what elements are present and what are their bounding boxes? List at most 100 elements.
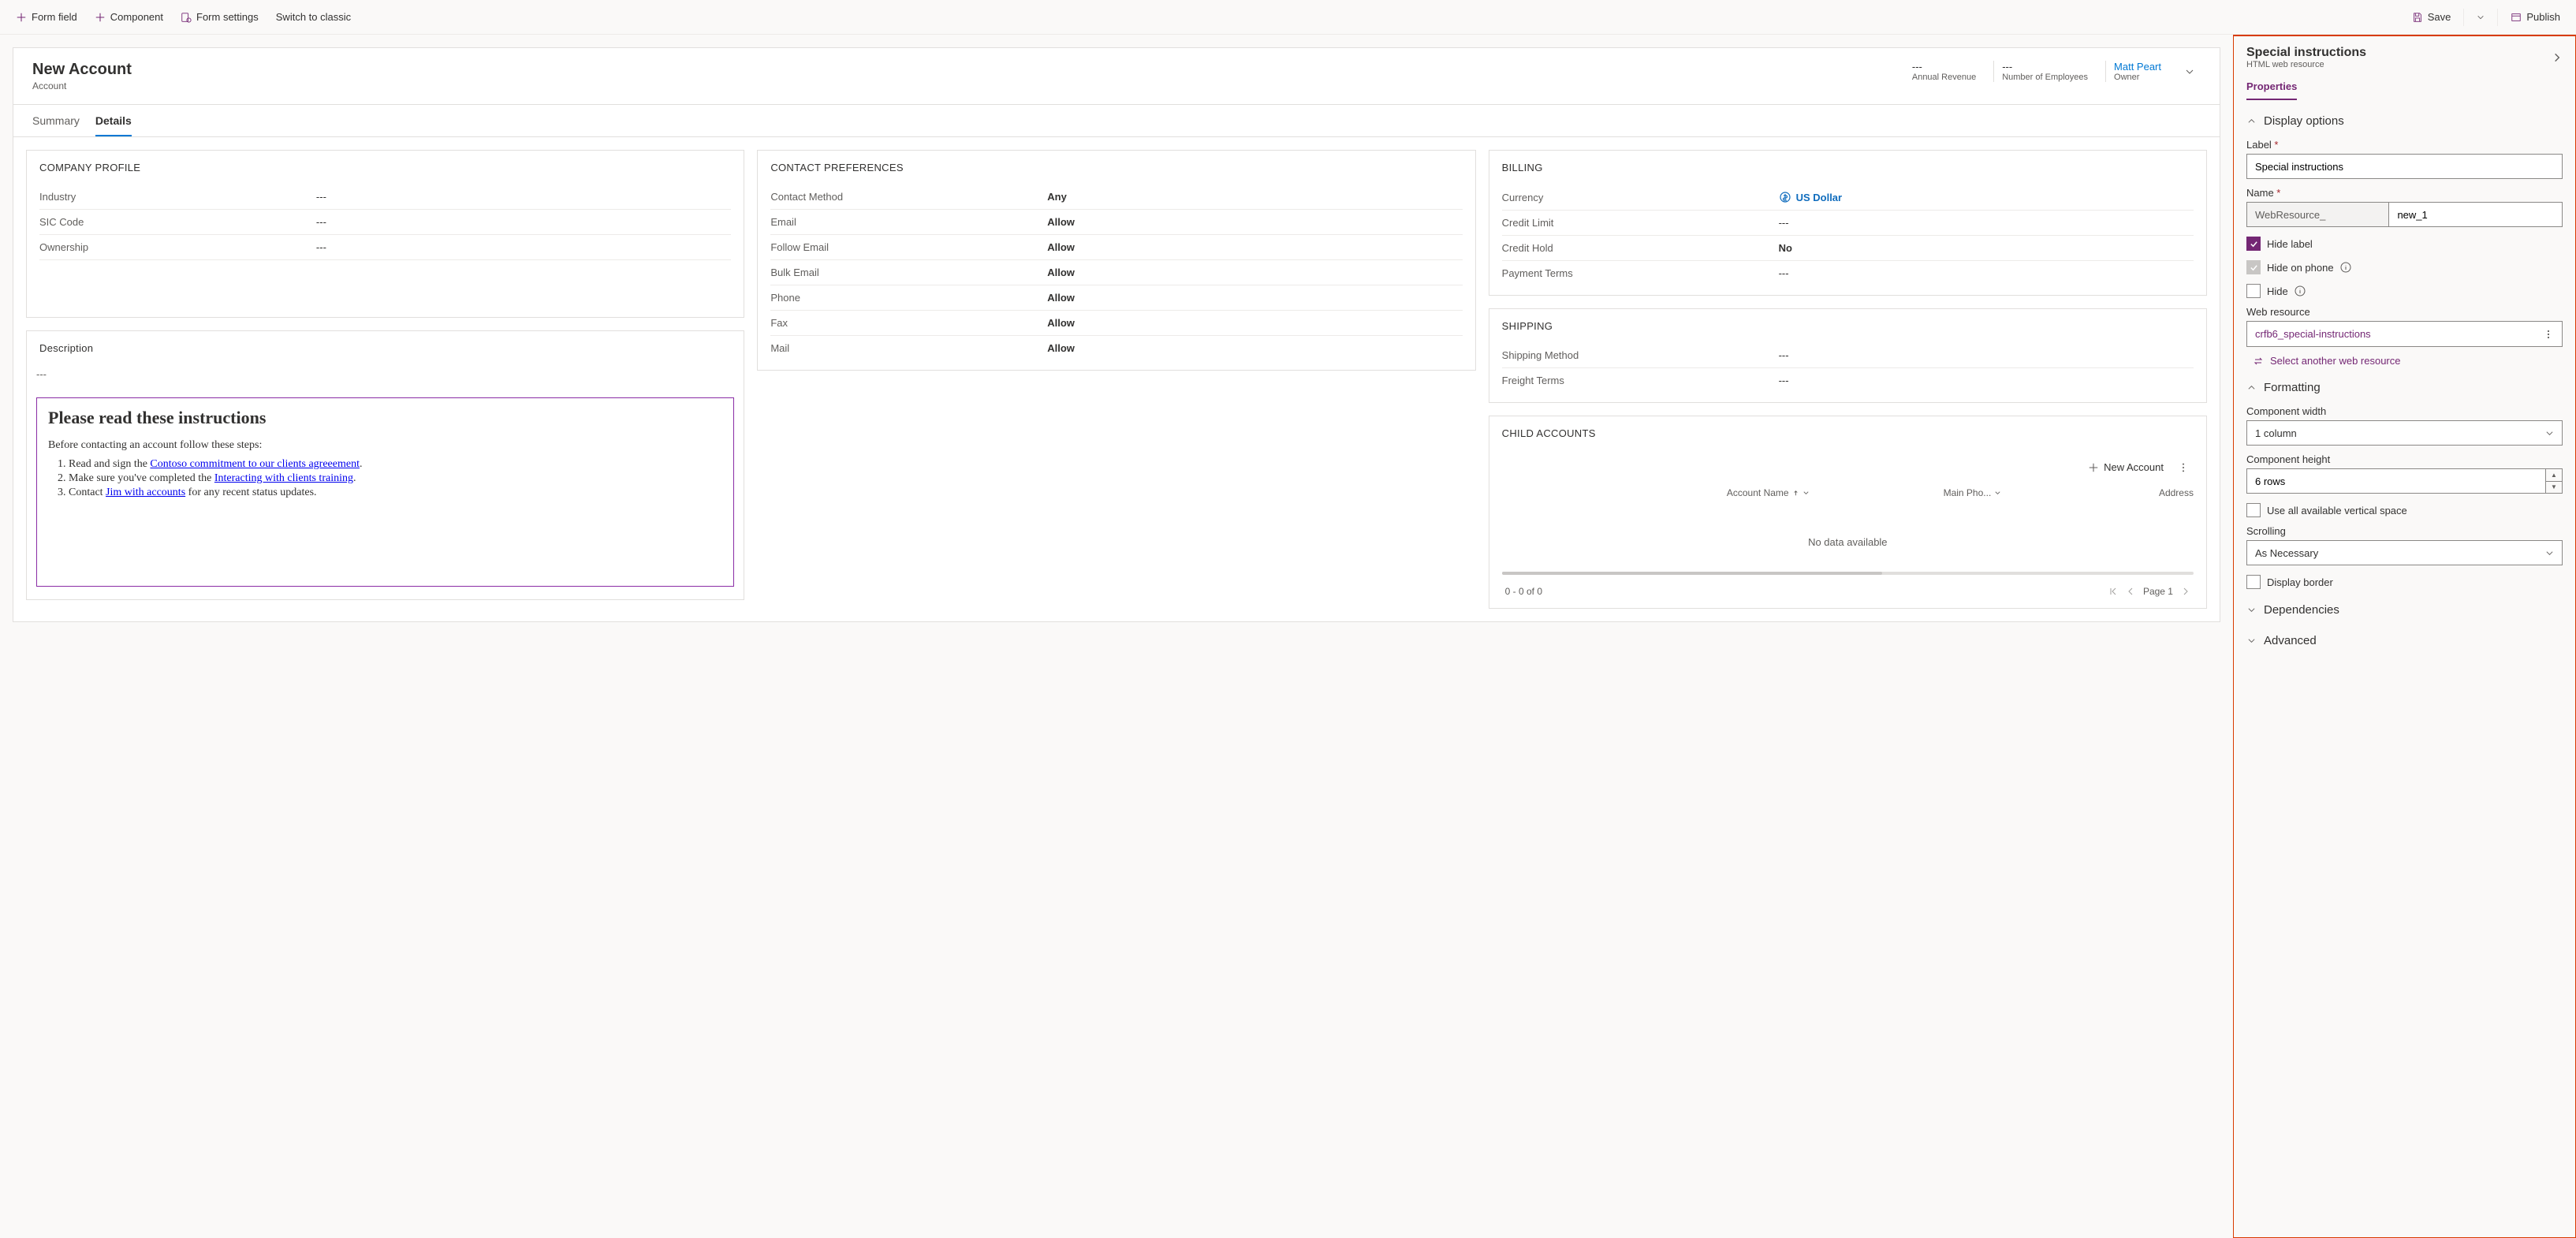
panel-subtitle: HTML web resource [2246, 60, 2366, 69]
form-field-label: Form field [32, 11, 77, 23]
plus-icon [95, 12, 106, 23]
more-vertical-icon [2543, 329, 2554, 340]
web-resource-special-instructions[interactable]: Please read these instructions Before co… [36, 397, 734, 587]
switch-classic-label: Switch to classic [276, 11, 351, 23]
col-address[interactable]: Address [2001, 487, 2194, 498]
section-company-profile[interactable]: COMPANY PROFILE Industry --- SIC Code --… [26, 150, 744, 318]
component-height-input[interactable]: ▲ ▼ [2246, 468, 2563, 494]
use-all-vertical-text: Use all available vertical space [2267, 505, 2407, 516]
col-account-name[interactable]: Account Name [1502, 487, 1810, 498]
section-shipping[interactable]: SHIPPING Shipping Method--- Freight Term… [1489, 308, 2207, 403]
field-shipping-method[interactable]: Shipping Method--- [1502, 343, 2194, 368]
select-another-web-resource-link[interactable]: Select another web resource [2246, 355, 2563, 367]
page-first-button[interactable] [2108, 587, 2118, 596]
jim-accounts-link[interactable]: Jim with accounts [106, 487, 185, 498]
field-freight-terms[interactable]: Freight Terms--- [1502, 368, 2194, 393]
switch-to-classic-button[interactable]: Switch to classic [268, 6, 359, 28]
scrolling-select[interactable]: As Necessary [2246, 540, 2563, 565]
field-fax[interactable]: FaxAllow [770, 311, 1462, 336]
field-email[interactable]: EmailAllow [770, 210, 1462, 235]
section-child-accounts[interactable]: CHILD ACCOUNTS New Account [1489, 416, 2207, 609]
section-title: Description [27, 331, 744, 365]
component-width-label: Component width [2246, 405, 2563, 417]
group-display-options[interactable]: Display options [2246, 111, 2563, 131]
plus-icon [16, 12, 27, 23]
web-resource-more-button[interactable] [2543, 329, 2554, 340]
component-button[interactable]: Component [87, 6, 171, 28]
web-resource-value[interactable]: crfb6_special-instructions [2246, 321, 2563, 347]
section-billing[interactable]: BILLING Currency US Dollar Credit Limit-… [1489, 150, 2207, 296]
panel-tab-properties[interactable]: Properties [2246, 80, 2297, 100]
page-prev-button[interactable] [2126, 587, 2135, 596]
save-label: Save [2428, 11, 2451, 23]
spin-down-button[interactable]: ▼ [2546, 482, 2562, 494]
panel-collapse-button[interactable] [2552, 52, 2563, 63]
info-icon[interactable] [2295, 285, 2306, 296]
group-advanced[interactable]: Advanced [2246, 631, 2563, 651]
publish-label: Publish [2526, 11, 2560, 23]
publish-icon [2511, 12, 2522, 23]
header-field-annual-revenue[interactable]: --- Annual Revenue [1904, 61, 1984, 82]
hide-checkbox[interactable] [2246, 284, 2261, 298]
header-field-owner[interactable]: Matt Peart Owner [2105, 61, 2169, 82]
section-contact-preferences[interactable]: CONTACT PREFERENCES Contact MethodAny Em… [757, 150, 1475, 371]
form-settings-icon [181, 12, 192, 23]
tab-summary[interactable]: Summary [32, 114, 80, 136]
new-account-button[interactable]: New Account [2082, 458, 2170, 476]
hide-label-text: Hide label [2267, 238, 2313, 250]
grid-more-button[interactable] [2173, 459, 2194, 476]
name-input[interactable] [2388, 202, 2563, 227]
hide-label-checkbox[interactable] [2246, 237, 2261, 251]
field-label-name: Name [2246, 187, 2563, 199]
section-description[interactable]: Description --- Please read these instru… [26, 330, 744, 600]
save-button[interactable]: Save [2404, 6, 2459, 28]
grid-horizontal-scrollbar[interactable] [1502, 572, 2194, 575]
field-ownership[interactable]: Ownership --- [39, 235, 731, 260]
field-contact-method[interactable]: Contact MethodAny [770, 185, 1462, 210]
field-sic-code[interactable]: SIC Code --- [39, 210, 731, 235]
panel-title: Special instructions [2246, 46, 2366, 60]
form-header: New Account Account --- Annual Revenue -… [13, 48, 2220, 105]
field-currency[interactable]: Currency US Dollar [1502, 185, 2194, 211]
instruction-step: Contact Jim with accounts for any recent… [69, 487, 722, 499]
label-input[interactable] [2246, 154, 2563, 179]
header-expand-button[interactable] [2179, 64, 2201, 80]
form-field-button[interactable]: Form field [8, 6, 85, 28]
save-chevron-button[interactable] [2469, 7, 2492, 28]
scrolling-label: Scrolling [2246, 525, 2563, 537]
info-icon[interactable] [2340, 262, 2351, 273]
swap-icon [2253, 356, 2264, 367]
header-field-employees[interactable]: --- Number of Employees [1993, 61, 2096, 82]
use-all-vertical-checkbox[interactable] [2246, 503, 2261, 517]
plus-icon [2088, 462, 2099, 473]
field-follow-email[interactable]: Follow EmailAllow [770, 235, 1462, 260]
field-mail[interactable]: MailAllow [770, 336, 1462, 360]
group-dependencies[interactable]: Dependencies [2246, 600, 2563, 620]
field-payment-terms[interactable]: Payment Terms--- [1502, 261, 2194, 285]
field-phone[interactable]: PhoneAllow [770, 285, 1462, 311]
command-bar: Form field Component Form settings Switc… [0, 0, 2576, 35]
more-vertical-icon [2178, 462, 2189, 473]
field-description[interactable]: --- [27, 365, 744, 390]
field-bulk-email[interactable]: Bulk EmailAllow [770, 260, 1462, 285]
save-icon [2412, 12, 2423, 23]
form-canvas: New Account Account --- Annual Revenue -… [0, 35, 2233, 1238]
training-link[interactable]: Interacting with clients training [214, 472, 353, 484]
tab-details[interactable]: Details [95, 114, 132, 136]
chevron-down-icon [2246, 636, 2256, 646]
sort-up-icon [1792, 490, 1799, 497]
group-formatting[interactable]: Formatting [2246, 378, 2563, 397]
display-border-checkbox[interactable] [2246, 575, 2261, 589]
field-industry[interactable]: Industry --- [39, 185, 731, 210]
web-resource-label: Web resource [2246, 306, 2563, 318]
spin-up-button[interactable]: ▲ [2546, 469, 2562, 482]
component-width-select[interactable]: 1 column [2246, 420, 2563, 446]
contoso-agreement-link[interactable]: Contoso commitment to our clients agreee… [150, 458, 360, 470]
field-credit-limit[interactable]: Credit Limit--- [1502, 211, 2194, 236]
component-height-label: Component height [2246, 453, 2563, 465]
publish-button[interactable]: Publish [2503, 6, 2568, 28]
page-next-button[interactable] [2181, 587, 2190, 596]
field-credit-hold[interactable]: Credit HoldNo [1502, 236, 2194, 261]
form-settings-button[interactable]: Form settings [173, 6, 267, 28]
col-main-phone[interactable]: Main Pho... [1810, 487, 2002, 498]
